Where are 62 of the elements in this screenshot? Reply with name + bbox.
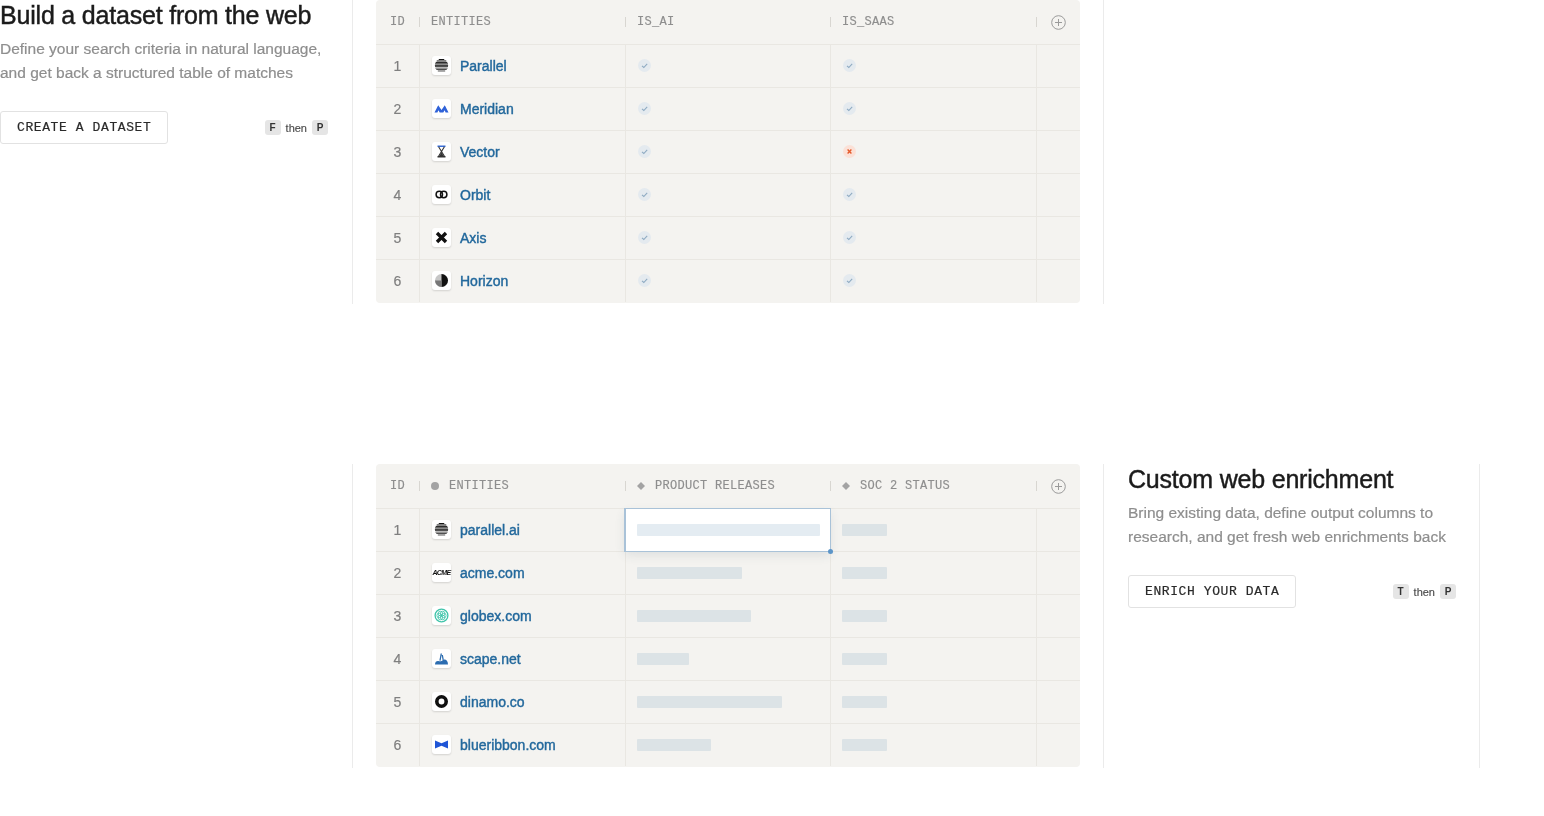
bold-x-icon xyxy=(432,228,451,247)
entity-link[interactable]: Orbit xyxy=(460,186,491,203)
action-button[interactable]: CREATE A DATASET xyxy=(0,111,169,144)
peaks-icon xyxy=(432,99,451,118)
entity-link[interactable]: dinamo.co xyxy=(460,693,525,710)
row-number: 6 xyxy=(393,736,402,753)
row-number: 6 xyxy=(393,272,402,289)
column-header: IS_SAAS xyxy=(842,15,895,29)
column-header: ID xyxy=(390,15,405,29)
table-cell[interactable] xyxy=(625,509,830,551)
entity-link[interactable]: acme.com xyxy=(460,564,525,581)
entity-link[interactable]: Parallel xyxy=(460,57,507,74)
column-header: PRODUCT RELEASES xyxy=(655,479,776,493)
diamond-icon xyxy=(842,482,850,490)
entity-link[interactable]: Meridian xyxy=(460,100,514,117)
dot-icon xyxy=(431,482,439,490)
row-number: 4 xyxy=(393,650,402,667)
action-button[interactable]: ENRICH YOUR DATA xyxy=(1128,575,1297,608)
row-number: 3 xyxy=(393,143,402,160)
row-number: 5 xyxy=(393,229,402,246)
entity-link[interactable]: scape.net xyxy=(460,650,521,667)
row-number: 5 xyxy=(393,693,402,710)
entity-link[interactable]: Axis xyxy=(460,229,487,246)
column-header: IS_AI xyxy=(637,15,675,29)
row-number: 3 xyxy=(393,607,402,624)
column-header: ENTITIES xyxy=(449,479,509,493)
fill-handle-icon[interactable] xyxy=(828,549,833,554)
diamond-icon xyxy=(637,482,645,490)
row-number: 1 xyxy=(393,57,402,74)
flower-ring-icon xyxy=(432,606,451,625)
row-number: 2 xyxy=(393,100,402,117)
section-description: Bring existing data, define output columns to research, and get fresh web enrichments back xyxy=(1128,503,1447,547)
shortcut-key: F xyxy=(264,120,281,135)
plus-circle-icon xyxy=(1050,14,1066,30)
shortcut-key: P xyxy=(1440,584,1456,599)
shortcut-key: P xyxy=(312,120,328,135)
section-description: Define your search criteria in natural language, and get back a structured table of matches xyxy=(0,39,323,83)
entity-link[interactable]: Vector xyxy=(460,143,500,160)
row-number: 2 xyxy=(393,564,402,581)
ring-icon xyxy=(432,692,451,711)
boat-icon xyxy=(432,649,451,668)
column-header: SOC 2 STATUS xyxy=(860,479,950,493)
add-column-button[interactable] xyxy=(1050,14,1066,30)
column-header: ID xyxy=(390,479,405,493)
entity-link[interactable]: blueribbon.com xyxy=(460,736,556,753)
shortcut-text: then xyxy=(1413,585,1435,598)
shortcut-text: then xyxy=(285,121,307,134)
section-title: Build a dataset from the web xyxy=(0,0,313,30)
half-shaded-circle-icon xyxy=(432,271,451,290)
add-column-button[interactable] xyxy=(1050,478,1066,494)
entity-link[interactable]: parallel.ai xyxy=(460,521,520,538)
entity-link[interactable]: globex.com xyxy=(460,607,532,624)
bowtie-icon xyxy=(432,735,451,754)
plus-circle-icon xyxy=(1050,478,1066,494)
shortcut-key: T xyxy=(1392,584,1409,599)
double-ring-icon xyxy=(432,185,451,204)
row-number: 1 xyxy=(393,521,402,538)
section-title: Custom web enrichment xyxy=(1128,464,1395,494)
hourglass-icon xyxy=(432,142,451,161)
row-number: 4 xyxy=(393,186,402,203)
column-header: ENTITIES xyxy=(431,15,491,29)
entity-link[interactable]: Horizon xyxy=(460,272,509,289)
